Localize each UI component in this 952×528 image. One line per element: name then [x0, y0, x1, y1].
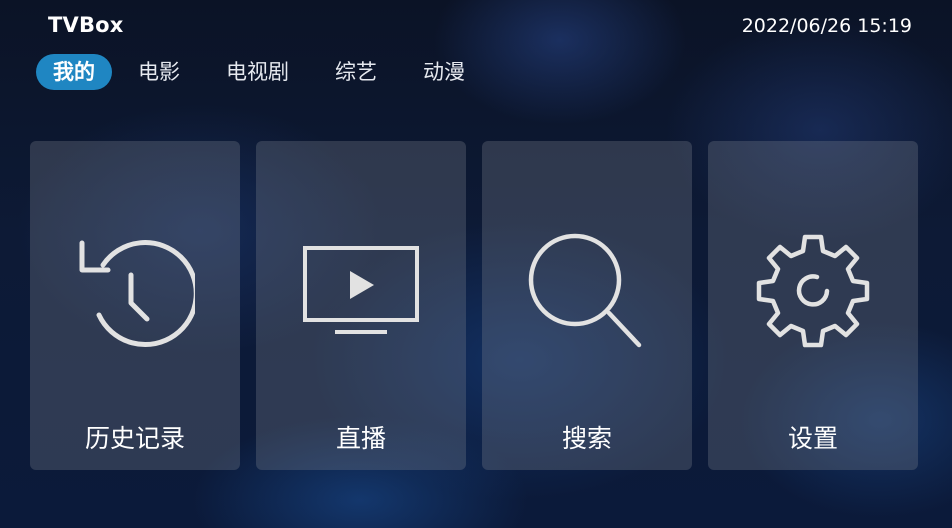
settings-card[interactable]: 设置: [708, 141, 918, 470]
clock: 2022/06/26 15:19: [741, 15, 912, 37]
history-clock-icon: [79, 240, 195, 348]
tab-anime[interactable]: 动漫: [413, 54, 475, 90]
app-title: TVBox: [48, 13, 124, 37]
live-label: 直播: [335, 424, 386, 453]
gear-icon: [756, 234, 870, 348]
live-card[interactable]: 直播: [256, 141, 466, 470]
search-icon: [528, 233, 642, 348]
settings-label: 设置: [787, 424, 838, 453]
top-bar: TVBox 2022/06/26 15:19: [0, 0, 952, 52]
tab-movies[interactable]: 电影: [128, 54, 190, 90]
category-tabs: 我的 电影 电视剧 综艺 动漫: [36, 54, 501, 90]
history-card[interactable]: 历史记录: [30, 141, 240, 470]
tv-play-icon: [303, 246, 419, 334]
tab-mine[interactable]: 我的: [36, 54, 112, 90]
search-label: 搜索: [561, 424, 612, 453]
tab-tv-series[interactable]: 电视剧: [216, 54, 299, 90]
tab-variety[interactable]: 综艺: [325, 54, 387, 90]
search-card[interactable]: 搜索: [482, 141, 692, 470]
home-cards: 历史记录 直播 搜索 设置: [30, 141, 918, 470]
history-label: 历史记录: [84, 424, 185, 453]
